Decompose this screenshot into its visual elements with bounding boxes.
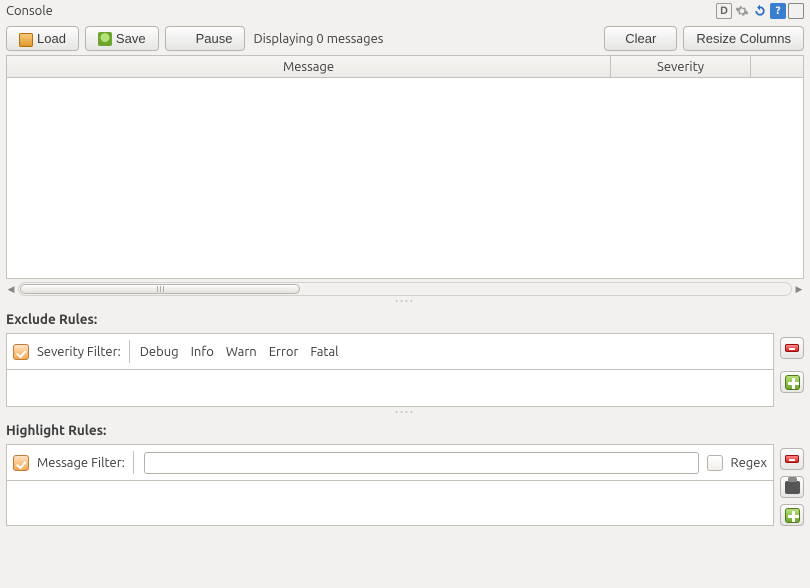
severity-warn[interactable]: Warn: [226, 345, 257, 359]
gear-icon[interactable]: [734, 3, 750, 19]
highlight-remove-button[interactable]: [780, 448, 804, 470]
save-label: Save: [116, 31, 146, 46]
scroll-track[interactable]: [18, 282, 792, 296]
save-icon: [98, 32, 112, 46]
title-icons: D ?: [716, 3, 804, 19]
column-severity[interactable]: Severity: [611, 56, 751, 77]
column-message[interactable]: Message: [7, 56, 611, 77]
pause-label: Pause: [196, 31, 233, 46]
minus-icon: [785, 455, 799, 463]
resize-label: Resize Columns: [696, 31, 791, 46]
exclude-rules-box: Severity Filter: Debug Info Warn Error F…: [6, 333, 774, 407]
highlight-rules-box: Message Filter: Regex: [6, 444, 774, 526]
clear-button[interactable]: Clear: [604, 26, 677, 51]
exclude-remove-button[interactable]: [780, 337, 804, 359]
plus-icon: [785, 508, 800, 523]
exclude-add-button[interactable]: [780, 371, 804, 393]
scroll-right-arrow[interactable]: ▶: [794, 282, 804, 296]
column-extra[interactable]: [751, 56, 803, 77]
severity-info[interactable]: Info: [191, 345, 214, 359]
messages-table: Message Severity: [6, 55, 804, 279]
table-body: [7, 78, 803, 278]
plus-icon: [785, 375, 800, 390]
splitter-grip-2[interactable]: ••••: [0, 407, 810, 418]
load-label: Load: [37, 31, 66, 46]
help-icon[interactable]: ?: [770, 3, 786, 19]
load-button[interactable]: Load: [6, 26, 79, 51]
scroll-left-arrow[interactable]: ◀: [6, 282, 16, 296]
table-header: Message Severity: [7, 56, 803, 78]
severity-filter-label: Severity Filter:: [37, 345, 121, 359]
status-text: Displaying 0 messages: [251, 32, 383, 46]
save-button[interactable]: Save: [85, 26, 159, 51]
severity-list: Debug Info Warn Error Fatal: [129, 340, 767, 363]
highlight-rule-row: Message Filter: Regex: [7, 445, 773, 481]
exclude-rule-checkbox[interactable]: [13, 344, 29, 360]
pause-icon: [178, 32, 192, 46]
message-filter-input[interactable]: [144, 452, 699, 474]
scroll-thumb[interactable]: [20, 284, 300, 294]
exclude-rule-row: Severity Filter: Debug Info Warn Error F…: [7, 334, 773, 370]
highlight-tool-button[interactable]: [780, 476, 804, 498]
highlight-rule-checkbox[interactable]: [13, 455, 29, 471]
regex-label: Regex: [731, 456, 767, 470]
resize-columns-button[interactable]: Resize Columns: [683, 26, 804, 51]
severity-fatal[interactable]: Fatal: [310, 345, 338, 359]
minus-icon: [785, 344, 799, 352]
d-icon[interactable]: D: [716, 3, 732, 19]
highlight-rules-label: Highlight Rules:: [0, 418, 810, 444]
severity-error[interactable]: Error: [269, 345, 299, 359]
exclude-rules-label: Exclude Rules:: [0, 307, 810, 333]
message-filter-label: Message Filter:: [37, 456, 125, 470]
clear-label: Clear: [625, 31, 656, 46]
severity-debug[interactable]: Debug: [140, 345, 179, 359]
highlight-add-button[interactable]: [780, 504, 804, 526]
toolbox-icon: [785, 481, 800, 494]
splitter-grip[interactable]: ••••: [0, 296, 810, 307]
regex-checkbox[interactable]: [707, 455, 723, 471]
circle-icon[interactable]: [788, 3, 804, 19]
folder-icon: [19, 33, 33, 47]
window-title: Console: [6, 4, 53, 18]
pause-button[interactable]: Pause: [165, 26, 246, 51]
reload-icon[interactable]: [752, 3, 768, 19]
table-horizontal-scrollbar[interactable]: ◀ ▶: [6, 282, 804, 296]
